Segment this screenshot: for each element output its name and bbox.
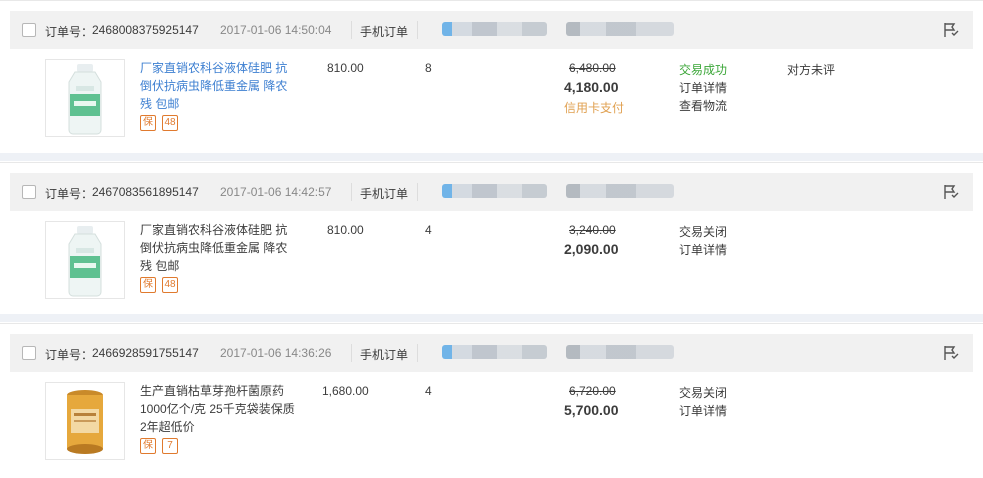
paid-total: 4,180.00 — [564, 79, 619, 95]
quantity: 4 — [425, 223, 432, 237]
divider — [351, 183, 352, 201]
unit-price: 1,680.00 — [322, 384, 369, 398]
order-card: 订单号： 2468008375925147 2017-01-06 14:50:0… — [0, 0, 983, 152]
order-number-label: 订单号： — [45, 25, 94, 39]
order-separator — [0, 153, 983, 161]
product-title-link[interactable]: 厂家直销农科谷液体硅肥 抗倒伏抗病虫降低重金属 降农残 包邮 — [140, 59, 295, 113]
order-header: 订单号： 2467083561895147 2017-01-06 14:42:5… — [10, 173, 973, 211]
view-logistics-link[interactable]: 查看物流 — [679, 97, 727, 114]
blurred-contact-info — [566, 184, 674, 198]
order-number-label: 订单号： — [45, 348, 94, 362]
product-thumbnail[interactable] — [45, 382, 125, 460]
product-thumbnail[interactable] — [45, 59, 125, 137]
order-checkbox[interactable] — [22, 346, 36, 360]
unit-price: 810.00 — [327, 223, 364, 237]
product-title-link[interactable]: 生产直销枯草芽孢杆菌原药1000亿个/克 25千克袋装保质2年超低价 — [140, 382, 298, 436]
bottle-product-icon — [68, 226, 102, 297]
original-total: 3,240.00 — [569, 223, 616, 237]
blurred-seller-info — [442, 22, 547, 36]
trade-status: 交易关闭 — [679, 225, 728, 239]
order-detail-link[interactable]: 订单详情 — [679, 402, 727, 419]
guarantee-badge-icon: 保 — [140, 115, 156, 131]
paid-total: 5,700.00 — [564, 402, 619, 418]
order-detail-link[interactable]: 订单详情 — [679, 79, 727, 96]
order-number: 2467083561895147 — [92, 185, 199, 199]
blurred-contact-info — [566, 22, 674, 36]
product-badges: 保 48 — [140, 277, 178, 293]
blurred-seller-info — [442, 345, 547, 359]
order-time: 2017-01-06 14:36:26 — [220, 346, 332, 360]
product-badges: 保 48 — [140, 115, 178, 131]
order-separator — [0, 314, 983, 322]
paid-total: 2,090.00 — [564, 241, 619, 257]
divider — [417, 21, 418, 39]
flag-icon[interactable] — [942, 183, 960, 201]
order-card: 订单号： 2466928591755147 2017-01-06 14:36:2… — [0, 323, 983, 478]
quantity: 8 — [425, 61, 432, 75]
original-total: 6,720.00 — [569, 384, 616, 398]
order-time: 2017-01-06 14:50:04 — [220, 23, 332, 37]
divider — [417, 344, 418, 362]
flag-icon[interactable] — [942, 21, 960, 39]
divider — [351, 21, 352, 39]
review-status: 对方未评 — [787, 63, 836, 77]
order-checkbox[interactable] — [22, 185, 36, 199]
order-header: 订单号： 2466928591755147 2017-01-06 14:36:2… — [10, 334, 973, 372]
bottle-product-icon — [68, 64, 102, 135]
service-badge-icon: 7 — [162, 438, 178, 454]
guarantee-badge-icon: 保 — [140, 438, 156, 454]
order-number-label: 订单号： — [45, 187, 94, 201]
service-badge-icon: 48 — [162, 277, 178, 293]
order-number: 2468008375925147 — [92, 23, 199, 37]
canister-product-icon — [67, 390, 103, 454]
guarantee-badge-icon: 保 — [140, 277, 156, 293]
trade-status: 交易成功 — [679, 63, 728, 77]
divider — [351, 344, 352, 362]
order-checkbox[interactable] — [22, 23, 36, 37]
order-time: 2017-01-06 14:42:57 — [220, 185, 332, 199]
order-source: 手机订单 — [360, 348, 409, 362]
order-source: 手机订单 — [360, 187, 409, 201]
trade-status: 交易关闭 — [679, 386, 728, 400]
service-badge-icon: 48 — [162, 115, 178, 131]
order-number: 2466928591755147 — [92, 346, 199, 360]
quantity: 4 — [425, 384, 432, 398]
divider — [417, 183, 418, 201]
order-source: 手机订单 — [360, 25, 409, 39]
original-total: 6,480.00 — [569, 61, 616, 75]
product-title-link[interactable]: 厂家直销农科谷液体硅肥 抗倒伏抗病虫降低重金属 降农残 包邮 — [140, 221, 295, 275]
unit-price: 810.00 — [327, 61, 364, 75]
payment-method: 信用卡支付 — [564, 101, 625, 115]
blurred-seller-info — [442, 184, 547, 198]
product-thumbnail[interactable] — [45, 221, 125, 299]
order-card: 订单号： 2467083561895147 2017-01-06 14:42:5… — [0, 162, 983, 312]
blurred-contact-info — [566, 345, 674, 359]
product-badges: 保 7 — [140, 438, 178, 454]
order-detail-link[interactable]: 订单详情 — [679, 241, 727, 258]
flag-icon[interactable] — [942, 344, 960, 362]
order-header: 订单号： 2468008375925147 2017-01-06 14:50:0… — [10, 11, 973, 49]
